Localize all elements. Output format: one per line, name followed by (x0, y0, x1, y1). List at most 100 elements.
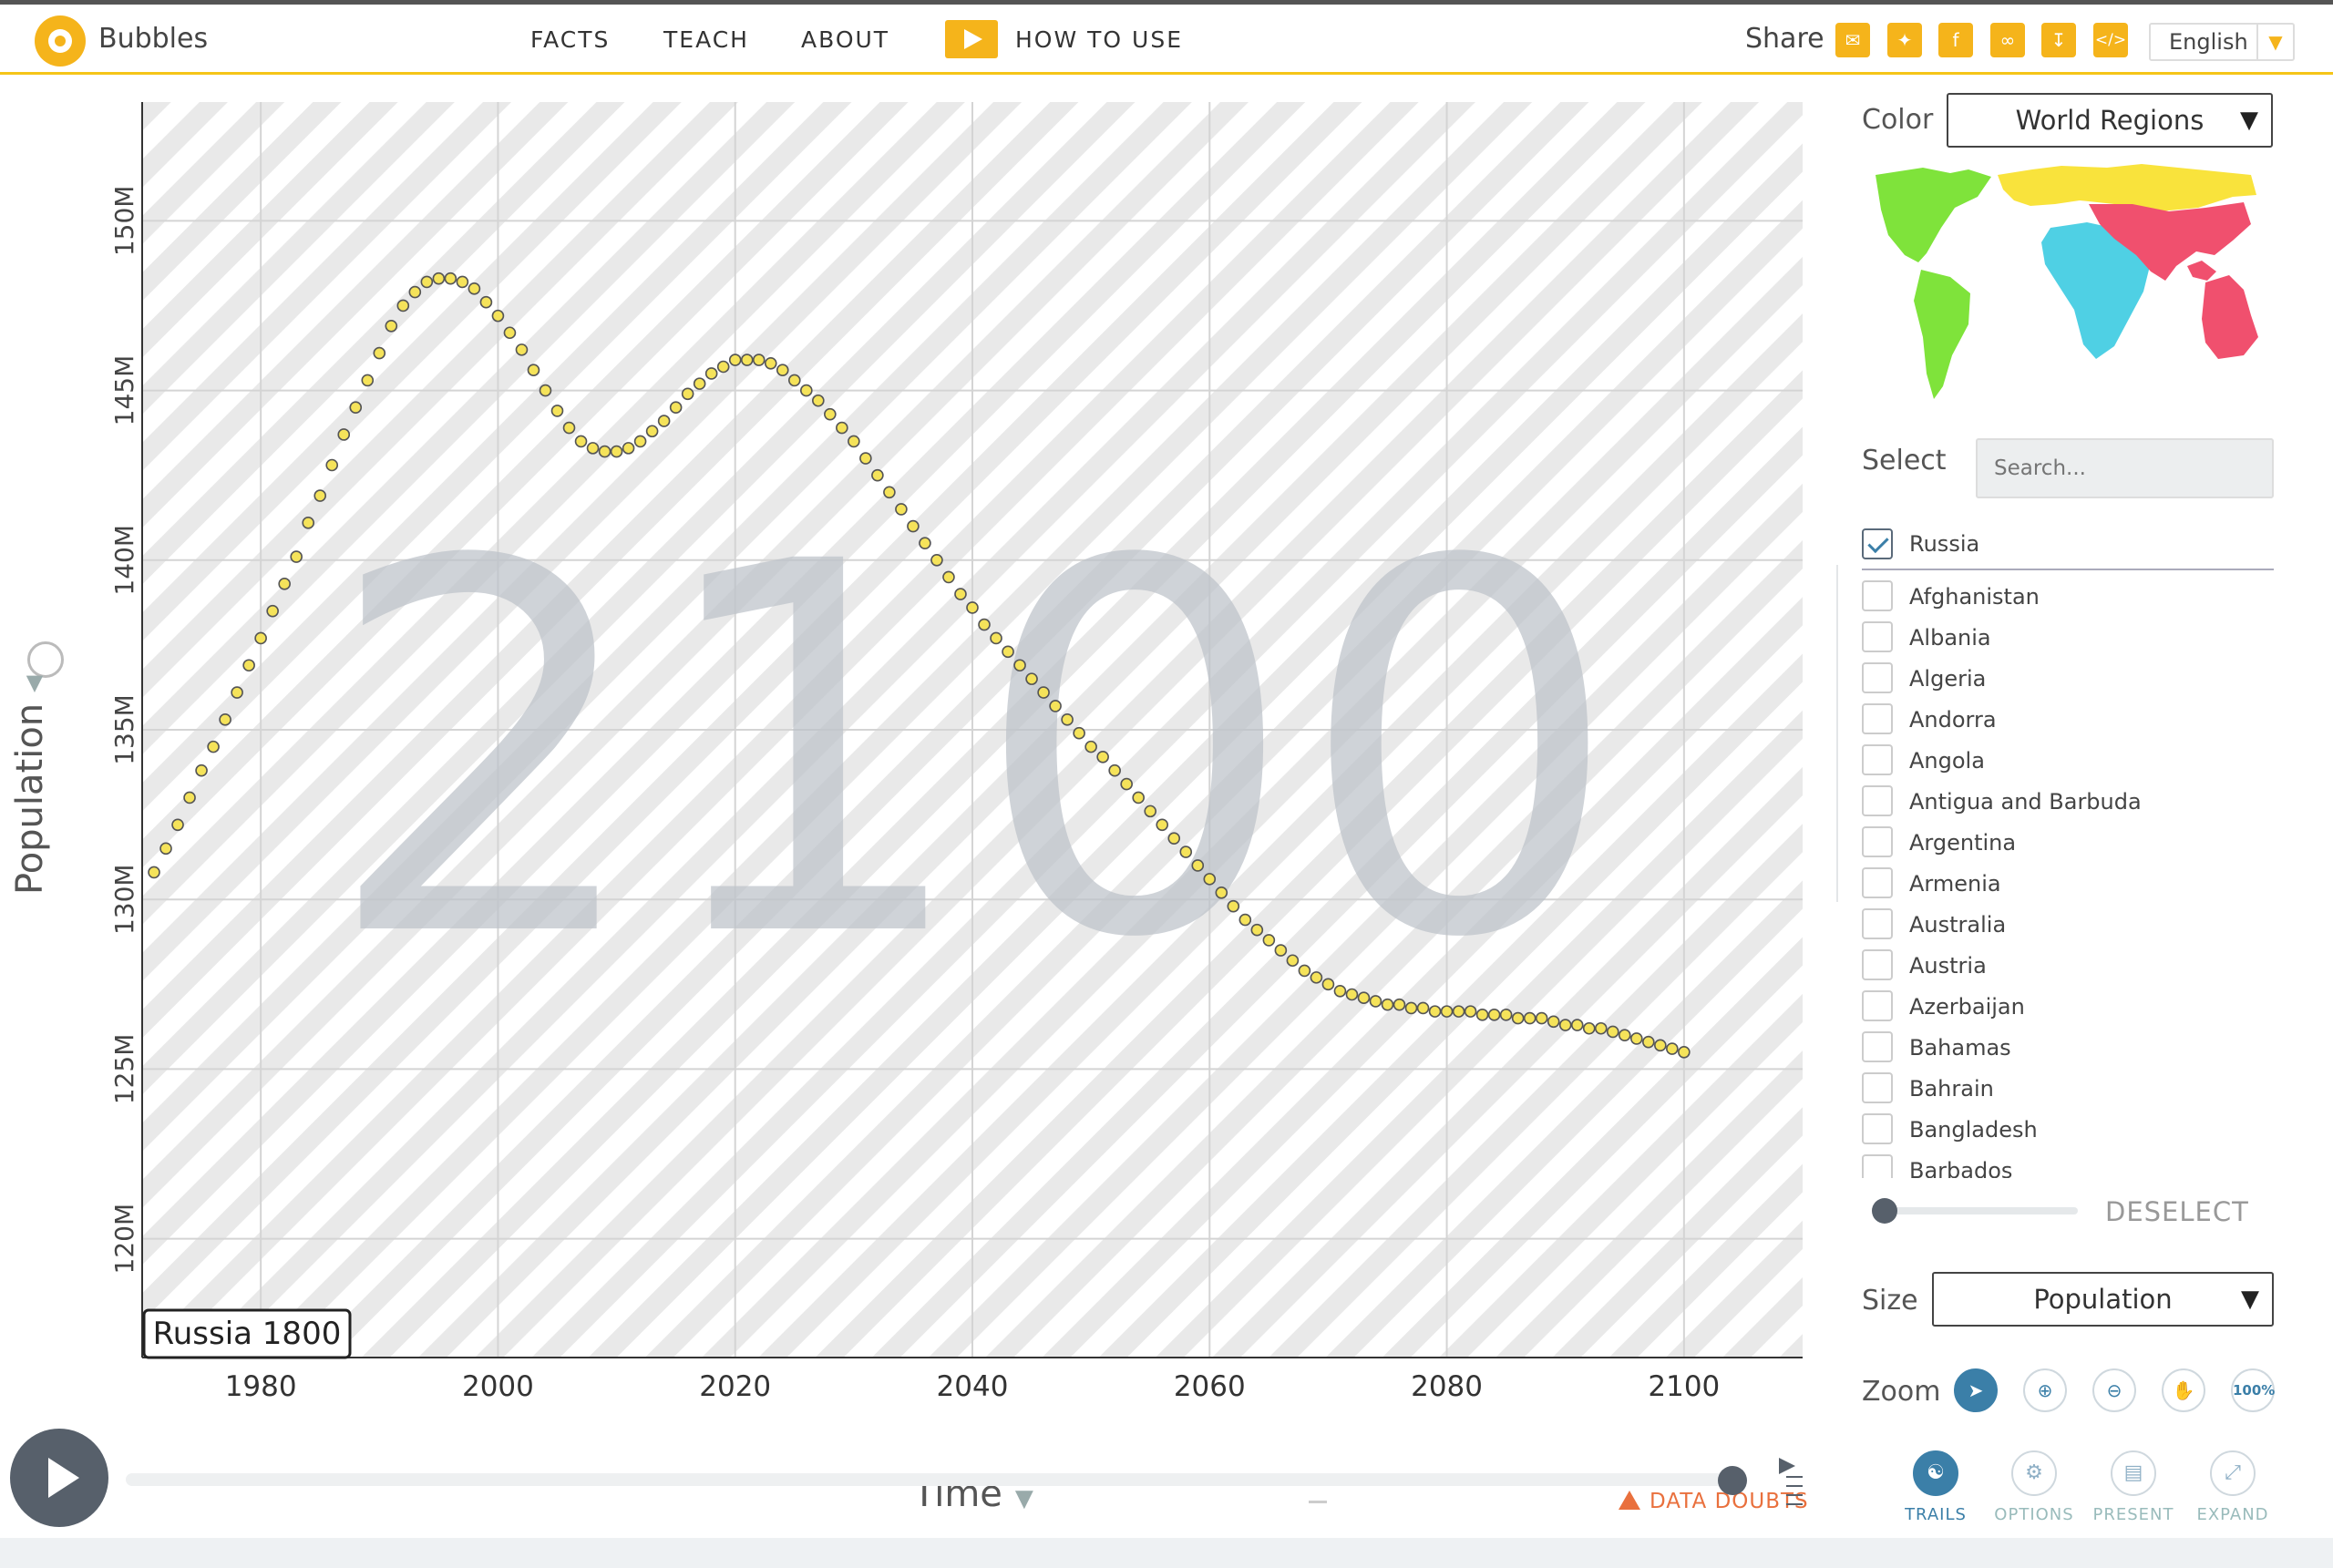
trail-point[interactable] (1381, 998, 1394, 1011)
checkbox[interactable] (1862, 908, 1893, 939)
trail-point[interactable] (539, 384, 552, 397)
list-item[interactable]: Albania (1862, 618, 2274, 654)
trail-point[interactable] (1084, 740, 1097, 753)
link-icon[interactable]: ∞ (1990, 23, 2025, 57)
play-button[interactable] (10, 1429, 108, 1527)
trail-point[interactable] (290, 550, 303, 563)
trail-point[interactable] (764, 356, 777, 370)
trail-point[interactable] (812, 394, 825, 407)
trail-point[interactable] (456, 275, 469, 289)
trail-point[interactable] (1191, 859, 1205, 872)
options-button[interactable]: ⚙ OPTIONS (1989, 1450, 2080, 1524)
trail-point[interactable] (1132, 791, 1145, 804)
trail-point[interactable] (231, 686, 243, 699)
trail-point[interactable] (1179, 845, 1193, 858)
list-item[interactable]: Bangladesh (1862, 1110, 2274, 1146)
selected-country-row[interactable]: Russia (1862, 528, 2274, 570)
list-item[interactable]: Barbados (1862, 1151, 2274, 1178)
checkbox[interactable] (1862, 826, 1893, 857)
trail-point[interactable] (895, 503, 908, 516)
trail-point[interactable] (527, 364, 540, 377)
trail-point[interactable] (824, 407, 837, 421)
trail-point[interactable] (1654, 1039, 1667, 1052)
trail-point[interactable] (325, 458, 339, 472)
trail-point[interactable] (148, 866, 160, 879)
trail-point[interactable] (1013, 659, 1026, 672)
trail-point[interactable] (503, 326, 517, 340)
trail-point[interactable] (302, 517, 315, 529)
trail-point[interactable] (1464, 1005, 1477, 1018)
checkbox[interactable] (1862, 621, 1893, 652)
twitter-icon[interactable]: ✦ (1887, 23, 1922, 57)
trail-point[interactable] (1286, 954, 1300, 968)
facebook-icon[interactable]: f (1938, 23, 1973, 57)
opacity-slider-track[interactable] (1886, 1207, 2078, 1214)
trail-point[interactable] (373, 346, 386, 360)
trail-point[interactable] (1333, 984, 1347, 998)
trail-point[interactable] (1215, 886, 1228, 899)
trail-point[interactable] (1096, 750, 1109, 764)
download-icon[interactable]: ↧ (2041, 23, 2076, 57)
embed-icon[interactable]: </> (2093, 23, 2128, 57)
list-item[interactable]: Angola (1862, 741, 2274, 777)
map-oceania[interactable] (2187, 261, 2258, 359)
trail-point[interactable] (1274, 944, 1288, 957)
trail-point[interactable] (361, 374, 375, 387)
trail-point[interactable] (848, 435, 860, 448)
list-item[interactable]: Armenia (1862, 864, 2274, 900)
language-select[interactable]: English ▼ (2149, 23, 2295, 61)
how-to-use-play-icon[interactable] (945, 20, 998, 58)
trail-point[interactable] (990, 631, 1002, 645)
trail-point[interactable] (183, 791, 196, 804)
trail-point[interactable] (550, 405, 564, 417)
trail-point[interactable] (693, 377, 706, 390)
trail-point[interactable] (242, 659, 255, 672)
trail-point[interactable] (740, 354, 754, 366)
checkbox[interactable] (1862, 1154, 1893, 1178)
trail-point[interactable] (1547, 1015, 1560, 1029)
trail-point[interactable] (799, 384, 813, 397)
trail-point[interactable] (1558, 1019, 1572, 1031)
checkbox[interactable] (1862, 867, 1893, 898)
list-item[interactable]: Argentina (1862, 823, 2274, 859)
nav-facts[interactable]: FACTS (530, 26, 610, 53)
list-item[interactable]: Antigua and Barbuda (1862, 782, 2274, 818)
trail-point[interactable] (1487, 1009, 1501, 1021)
trail-point[interactable] (1227, 899, 1240, 913)
trail-point[interactable] (349, 401, 363, 414)
trail-point[interactable] (1310, 971, 1323, 984)
trail-point[interactable] (574, 435, 588, 448)
trail-point[interactable] (728, 354, 742, 366)
mail-icon[interactable]: ✉ (1835, 23, 1870, 57)
trail-point[interactable] (586, 442, 600, 455)
trail-point[interactable] (1416, 1001, 1430, 1015)
trail-point[interactable] (942, 570, 955, 584)
trail-point[interactable] (1357, 991, 1371, 1005)
trail-point[interactable] (883, 486, 896, 499)
trail-point[interactable] (1630, 1032, 1643, 1045)
trail-point[interactable] (1666, 1042, 1679, 1055)
map-americas-south[interactable] (1914, 270, 1970, 399)
trail-point[interactable] (1345, 988, 1359, 1001)
trail-point[interactable] (1606, 1025, 1619, 1039)
nav-how-to-use[interactable]: HOW TO USE (1015, 26, 1183, 53)
list-item[interactable]: Azerbaijan (1862, 987, 2274, 1023)
trail-point[interactable] (1642, 1035, 1655, 1049)
world-regions-map[interactable] (1868, 164, 2269, 401)
country-search-input[interactable] (1976, 438, 2274, 498)
trail-point[interactable] (704, 367, 718, 380)
list-scrollbar[interactable] (1836, 565, 1838, 902)
trail-point[interactable] (1262, 934, 1276, 947)
trail-point[interactable] (1144, 804, 1157, 818)
nav-about[interactable]: ABOUT (801, 26, 889, 53)
trail-point[interactable] (1428, 1005, 1442, 1018)
trail-point[interactable] (562, 421, 576, 435)
trail-point[interactable] (1475, 1009, 1489, 1021)
trail-point[interactable] (752, 354, 766, 366)
trail-point[interactable] (871, 468, 884, 482)
trail-point[interactable] (716, 360, 730, 374)
list-item[interactable]: Bahamas (1862, 1028, 2274, 1064)
y-axis-title[interactable]: Population ▼ (9, 670, 51, 895)
trail-point[interactable] (1499, 1009, 1513, 1021)
trail-point[interactable] (1678, 1046, 1691, 1059)
